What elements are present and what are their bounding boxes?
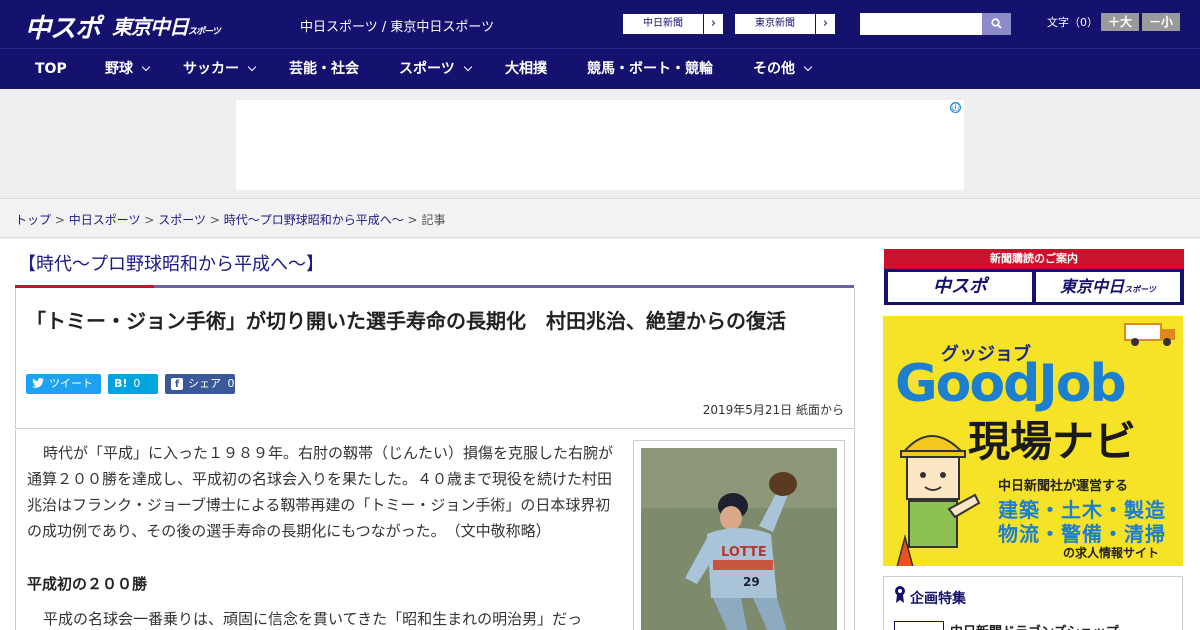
nav-label: 大相撲 bbox=[505, 61, 547, 77]
goodjob-nav-title: 現場ナビ bbox=[968, 417, 1137, 466]
site-links[interactable]: 中日スポーツ / 東京中日スポーツ bbox=[300, 16, 494, 35]
chevron-right-icon: › bbox=[703, 14, 723, 34]
main-nav: TOP 野球 サッカー 芸能・社会 スポーツ 大相撲 競馬・ボート・競輪 その他 bbox=[0, 48, 1200, 89]
goodjob-banner[interactable]: グッジョブ GoodJob 現場ナビ 中日新聞社が運営する 建築・土木・製造 物… bbox=[883, 316, 1183, 566]
special-features-panel: 企画特集 中日新聞ドラゴンズショップ bbox=[883, 576, 1183, 630]
newspaper-subscription-banner[interactable]: 新聞購読のご案内 中スポ 東京中日スポーツ bbox=[884, 249, 1184, 305]
hatena-count: 0 bbox=[133, 377, 141, 390]
subscribe-label: 東京中日 bbox=[1060, 277, 1125, 296]
tweet-button[interactable]: ツイート bbox=[26, 374, 101, 394]
facebook-share-button[interactable]: f シェア 0 bbox=[165, 374, 235, 394]
headline-box: 「トミー・ジョン手術」が切り開いた選手寿命の長期化 村田兆治、絶望からの復活 ツ… bbox=[15, 288, 855, 429]
breadcrumb-link-series[interactable]: 時代～プロ野球昭和から平成へ～ bbox=[224, 213, 404, 227]
nav-label: TOP bbox=[35, 61, 67, 77]
nav-item-soccer[interactable]: サッカー bbox=[183, 49, 257, 90]
font-size-label: 文字（0） bbox=[1047, 16, 1098, 29]
nav-label: 野球 bbox=[105, 61, 133, 77]
ribbon-icon bbox=[895, 586, 905, 603]
nav-label: 芸能・社会 bbox=[289, 61, 359, 77]
breadcrumb-separator: > bbox=[54, 213, 65, 227]
chevron-down-icon bbox=[247, 62, 257, 72]
tokyo-shinbun-link[interactable]: 東京新聞 › bbox=[734, 13, 836, 35]
truck-icon bbox=[1124, 323, 1175, 346]
logo-sub-small: スポーツ bbox=[188, 27, 221, 37]
search-icon bbox=[991, 18, 1002, 29]
breadcrumb-separator: > bbox=[407, 213, 418, 227]
subscribe-label-small: スポーツ bbox=[1124, 285, 1156, 294]
font-smaller-button[interactable]: －小 bbox=[1142, 13, 1180, 31]
publish-date: 2019年5月21日 紙面から bbox=[702, 403, 844, 417]
goodjob-footer: の求人情報サイト bbox=[1063, 546, 1160, 560]
breadcrumb-current: 記事 bbox=[421, 213, 446, 227]
ad-slot[interactable]: ⓘ bbox=[236, 100, 964, 190]
nav-label: 競馬・ボート・競輪 bbox=[587, 61, 713, 77]
goodjob-title: GoodJob bbox=[895, 354, 1127, 414]
photo-jersey-text: LOTTE bbox=[721, 545, 767, 560]
special-item-link[interactable]: 中日新聞ドラゴンズショップ bbox=[950, 621, 1119, 630]
goodjob-categories-2: 物流・警備・清掃 bbox=[998, 522, 1166, 546]
font-bigger-button[interactable]: ＋大 bbox=[1101, 13, 1139, 31]
facebook-icon: f bbox=[171, 378, 183, 390]
nav-item-entertainment[interactable]: 芸能・社会 bbox=[289, 49, 359, 90]
breadcrumb-band: トップ > 中日スポーツ > スポーツ > 時代～プロ野球昭和から平成へ～ > … bbox=[0, 200, 1200, 238]
top-header: 中スポ 東京中日スポーツ 中日スポーツ / 東京中日スポーツ 中日新聞 › 東京… bbox=[0, 0, 1200, 48]
nav-item-racing[interactable]: 競馬・ボート・競輪 bbox=[587, 49, 713, 90]
breadcrumb-link-sports[interactable]: スポーツ bbox=[158, 213, 206, 227]
hatena-bookmark-button[interactable]: B! 0 bbox=[108, 374, 158, 394]
chuspo-subscribe-button[interactable]: 中スポ bbox=[888, 272, 1032, 302]
breadcrumb-link-top[interactable]: トップ bbox=[15, 213, 51, 227]
nav-item-sports[interactable]: スポーツ bbox=[399, 49, 472, 90]
breadcrumb: トップ > 中日スポーツ > スポーツ > 時代～プロ野球昭和から平成へ～ > … bbox=[15, 211, 445, 228]
article-subheading: 平成初の２００勝 bbox=[27, 575, 148, 593]
ext-link-label: 中日新聞 bbox=[643, 18, 683, 29]
article-body: 時代が「平成」に入った１９８９年。右肘の靱帯（じんたい）損傷を克服した右腕が通算… bbox=[15, 430, 855, 630]
chevron-down-icon bbox=[463, 62, 472, 72]
chevron-right-icon: › bbox=[815, 14, 835, 34]
logo-sub-text: 東京中日 bbox=[112, 15, 189, 39]
nav-label: その他 bbox=[753, 61, 795, 77]
chuspo-logo[interactable]: 中スポ bbox=[25, 8, 101, 45]
tokyo-chunichi-logo[interactable]: 東京中日スポーツ bbox=[112, 11, 221, 40]
article-headline: 「トミー・ジョン手術」が切り開いた選手寿命の長期化 村田兆治、絶望からの復活 bbox=[26, 309, 786, 333]
breadcrumb-link-chuspo[interactable]: 中日スポーツ bbox=[69, 213, 141, 227]
chevron-down-icon bbox=[803, 62, 813, 72]
worker-character-icon bbox=[896, 435, 981, 566]
breadcrumb-separator: > bbox=[209, 213, 220, 227]
article-paragraph: 時代が「平成」に入った１９８９年。右肘の靱帯（じんたい）損傷を克服した右腕が通算… bbox=[27, 444, 614, 540]
nav-item-top[interactable]: TOP bbox=[35, 49, 67, 90]
hatena-icon: B! bbox=[114, 377, 128, 390]
tokyo-chunichi-subscribe-button[interactable]: 東京中日スポーツ bbox=[1036, 272, 1180, 302]
chevron-down-icon bbox=[141, 62, 151, 72]
chunichi-shinbun-link[interactable]: 中日新聞 › bbox=[622, 13, 724, 35]
special-features-title: 企画特集 bbox=[910, 591, 966, 607]
search-input[interactable] bbox=[860, 13, 982, 35]
tweet-label: ツイート bbox=[49, 377, 93, 390]
nav-label: スポーツ bbox=[399, 61, 455, 77]
nav-item-other[interactable]: その他 bbox=[753, 49, 813, 90]
ad-band: ⓘ bbox=[0, 89, 1200, 199]
facebook-count: 0 bbox=[227, 377, 235, 390]
ad-info-icon[interactable]: ⓘ bbox=[950, 102, 961, 113]
subscription-banner-title: 新聞購読のご案内 bbox=[884, 249, 1184, 269]
pitcher-photo-illustration: LOTTE 29 bbox=[641, 448, 837, 630]
article-photo: LOTTE 29 bbox=[641, 448, 837, 630]
special-item-thumbnail[interactable] bbox=[894, 621, 944, 630]
nav-label: サッカー bbox=[183, 61, 239, 77]
article-paragraph: 平成の名球会一番乗りは、頑固に信念を貫いてきた「昭和生まれの明治男」だっ bbox=[43, 610, 583, 628]
search-button[interactable] bbox=[982, 13, 1011, 35]
nav-item-baseball[interactable]: 野球 bbox=[105, 49, 151, 90]
ext-link-label: 東京新聞 bbox=[755, 18, 795, 29]
nav-item-sumo[interactable]: 大相撲 bbox=[505, 49, 547, 90]
breadcrumb-separator: > bbox=[144, 213, 155, 227]
photo-jersey-number: 29 bbox=[743, 575, 760, 589]
twitter-icon bbox=[32, 378, 44, 388]
facebook-share-label: シェア bbox=[188, 377, 221, 390]
goodjob-tagline: 中日新聞社が運営する bbox=[998, 479, 1129, 494]
series-title[interactable]: 【時代～プロ野球昭和から平成へ～】 bbox=[18, 250, 324, 276]
article-photo-frame[interactable]: LOTTE 29 bbox=[633, 440, 845, 630]
